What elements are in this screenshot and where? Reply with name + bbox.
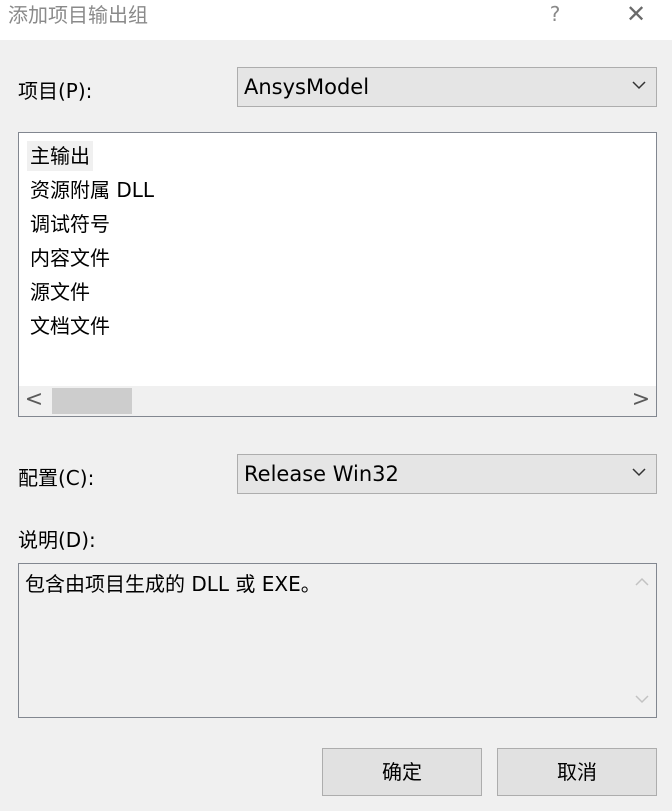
description-box: 包含由项目生成的 DLL 或 EXE。 [18, 563, 657, 718]
list-item[interactable]: 资源附属 DLL [27, 175, 157, 205]
output-group-list[interactable]: 主输出 资源附属 DLL 调试符号 内容文件 源文件 文档文件 < > [18, 132, 657, 417]
list-item[interactable]: 内容文件 [27, 243, 113, 273]
title-bar: 添加项目输出组 ? ✕ [0, 0, 672, 40]
scroll-up-icon[interactable] [628, 568, 656, 596]
configuration-dropdown-value: Release Win32 [244, 462, 399, 486]
help-button[interactable]: ? [540, 0, 570, 30]
scroll-left-icon[interactable]: < [19, 386, 49, 416]
ok-button[interactable]: 确定 [322, 748, 482, 796]
list-item[interactable]: 调试符号 [27, 209, 113, 239]
configuration-dropdown[interactable]: Release Win32 [237, 454, 657, 494]
chevron-down-icon [632, 81, 646, 90]
window-title: 添加项目输出组 [8, 3, 148, 27]
scroll-right-icon[interactable]: > [626, 386, 656, 416]
list-item[interactable]: 文档文件 [27, 311, 113, 341]
horizontal-scrollbar[interactable]: < > [19, 386, 656, 416]
scrollbar-thumb[interactable] [52, 388, 132, 414]
description-label: 说明(D): [18, 528, 96, 552]
project-dropdown[interactable]: AnsysModel [237, 67, 657, 107]
list-item[interactable]: 主输出 [27, 141, 93, 171]
vertical-scrollbar[interactable] [628, 564, 656, 717]
project-dropdown-value: AnsysModel [244, 75, 370, 99]
project-label: 项目(P): [18, 79, 93, 103]
list-item[interactable]: 源文件 [27, 277, 93, 307]
close-button[interactable]: ✕ [618, 0, 654, 30]
configuration-label: 配置(C): [18, 466, 95, 490]
description-text: 包含由项目生成的 DLL 或 EXE。 [25, 572, 321, 596]
chevron-down-icon [632, 468, 646, 477]
scroll-down-icon[interactable] [628, 685, 656, 713]
cancel-button[interactable]: 取消 [497, 748, 657, 796]
